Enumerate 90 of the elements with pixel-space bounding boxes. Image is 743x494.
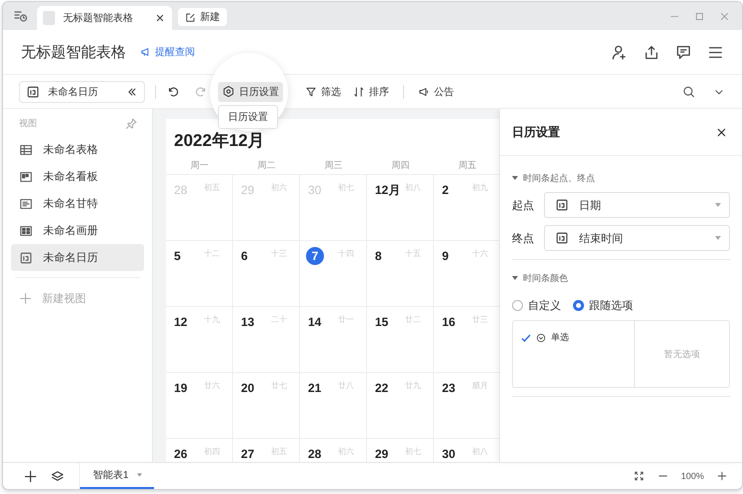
weekday-label: 周四 (367, 156, 434, 175)
weekday-label: 周二 (233, 156, 300, 175)
field-label: 终点 (512, 232, 535, 246)
share-icon[interactable] (643, 44, 660, 60)
day-number: 2 (442, 182, 449, 199)
day-number: 14 (308, 314, 322, 331)
day-number: 6 (241, 248, 248, 265)
document-title: 无标题智能表格 (21, 42, 126, 62)
day-number: 22 (375, 380, 388, 397)
view-item[interactable]: 未命名日历 (11, 244, 144, 271)
announcement-button[interactable]: 公告 (414, 82, 458, 102)
comment-icon[interactable] (675, 44, 692, 60)
section-toggle-icon[interactable] (512, 175, 518, 181)
calendar-settings-button[interactable]: 日历设置 (218, 82, 283, 102)
section-toggle-icon[interactable] (512, 275, 518, 281)
day-number: 12月 (375, 182, 400, 199)
remind-link[interactable]: 提醒查阅 (140, 45, 195, 59)
sheet-tab[interactable]: 智能表1 (80, 463, 154, 489)
views-label: 视图 (19, 117, 37, 130)
day-number: 12 (174, 314, 188, 331)
view-selector[interactable]: 未命名日历 (19, 80, 145, 102)
window-tab[interactable]: 无标题智能表格 (37, 6, 172, 30)
radio-option[interactable]: 自定义 (512, 298, 561, 313)
add-user-icon[interactable] (611, 44, 628, 60)
field-dropdown[interactable]: 日期 (544, 192, 730, 218)
caret-icon (136, 473, 142, 477)
edit-icon (185, 12, 196, 22)
document-icon (43, 11, 55, 25)
megaphone-icon (418, 86, 430, 98)
day-number: 15 (375, 314, 388, 331)
zoom-level: 100% (680, 471, 704, 481)
weekday-label: 周三 (300, 156, 367, 175)
field-label: 起点 (512, 198, 535, 212)
month-title: 2022年12月 (173, 130, 266, 152)
filter-button[interactable]: 筛选 (301, 82, 345, 102)
calendar-icon (26, 84, 40, 98)
zoom-in-icon[interactable] (716, 470, 728, 482)
sort-button[interactable]: 排序 (349, 82, 393, 102)
table-icon (19, 142, 33, 156)
panel-title: 日历设置 (512, 124, 560, 140)
radio-option[interactable]: 跟随选项 (573, 298, 633, 313)
caret-icon (715, 236, 721, 240)
caret-icon (715, 203, 721, 207)
close-icon[interactable] (154, 12, 166, 24)
day-number: 19 (174, 380, 188, 397)
search-icon[interactable] (682, 84, 696, 98)
view-item[interactable]: 未命名看板 (11, 163, 144, 190)
collapse-icon (126, 86, 138, 98)
kanban-icon (19, 170, 33, 184)
calendar-icon (555, 198, 569, 212)
day-number: 28 (308, 446, 322, 462)
weekday-label: 周一 (166, 156, 233, 175)
settings-icon (222, 85, 235, 98)
layers-icon[interactable] (50, 468, 65, 484)
view-item[interactable]: 未命名画册 (11, 217, 144, 244)
field-option[interactable]: 单选 (521, 331, 569, 344)
day-number: 23 (442, 380, 456, 397)
fullscreen-icon[interactable] (632, 470, 645, 482)
section-title: 时间条颜色 (523, 272, 568, 284)
plus-icon (19, 292, 32, 304)
check-icon (521, 332, 531, 342)
day-number: 29 (375, 446, 388, 462)
view-item[interactable]: 未命名甘特 (11, 190, 144, 217)
calendar-icon (19, 250, 33, 264)
gallery-icon (19, 224, 33, 238)
day-number: 5 (174, 248, 181, 265)
single-select-icon (536, 332, 546, 342)
tooltip: 日历设置 (218, 105, 278, 129)
view-item[interactable]: 未命名表格 (11, 136, 144, 163)
day-number: 8 (375, 248, 382, 265)
day-number: 21 (308, 380, 322, 397)
add-sheet-icon[interactable] (23, 468, 38, 484)
sort-icon (353, 86, 365, 98)
section-title: 时间条起点、终点 (523, 172, 595, 184)
day-number: 9 (442, 248, 449, 265)
day-number: 7 (306, 247, 324, 265)
undo-icon[interactable] (166, 84, 180, 98)
filter-icon (305, 86, 317, 98)
gantt-icon (19, 196, 33, 210)
day-number: 16 (442, 314, 456, 331)
field-dropdown[interactable]: 结束时间 (544, 225, 730, 251)
empty-text: 暂无选项 (664, 348, 700, 360)
day-number: 13 (241, 314, 254, 331)
day-number: 27 (241, 446, 254, 462)
close-icon[interactable] (715, 126, 728, 138)
calendar-icon (555, 231, 569, 245)
day-number: 26 (174, 446, 188, 462)
day-number: 30 (442, 446, 456, 462)
day-number: 20 (241, 380, 254, 397)
new-tab-button[interactable]: 新建 (178, 8, 227, 26)
